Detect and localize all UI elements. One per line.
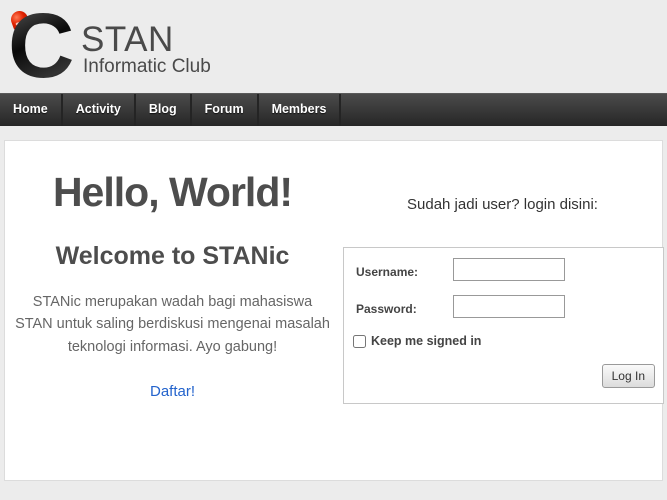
content-panel: Hello, World! Welcome to STANic STANic m… — [4, 140, 664, 481]
hero-heading: Hello, World! — [52, 169, 293, 215]
brand-tagline: Informatic Club — [83, 56, 211, 77]
username-label: Username: — [356, 265, 419, 279]
logo-c-icon: C — [8, 0, 75, 97]
login-prompt: Sudah jadi user? login disini: — [407, 196, 598, 213]
site-header: C STAN Informatic Club — [0, 0, 667, 93]
keep-signed-in-checkbox[interactable] — [353, 335, 366, 348]
main-nav: Home Activity Blog Forum Members — [0, 93, 667, 126]
username-input[interactable] — [453, 258, 565, 281]
nav-item-forum[interactable]: Forum — [192, 94, 259, 126]
login-form: Username: Password: Keep me signed in Lo… — [343, 247, 664, 404]
nav-item-members[interactable]: Members — [259, 94, 342, 126]
password-label: Password: — [356, 302, 417, 316]
brand-name: STAN — [81, 20, 174, 59]
nav-item-blog[interactable]: Blog — [136, 94, 192, 126]
keep-signed-in-label: Keep me signed in — [371, 334, 482, 348]
stanic-homepage: C STAN Informatic Club Home Activity Blo… — [0, 0, 667, 500]
hero-description: STANic merupakan wadah bagi mahasiswa ST… — [15, 294, 330, 355]
hero-subheading: Welcome to STANic — [55, 242, 290, 270]
nav-item-home[interactable]: Home — [0, 94, 63, 126]
login-button[interactable]: Log In — [601, 364, 655, 388]
nav-item-activity[interactable]: Activity — [63, 94, 136, 126]
password-input[interactable] — [453, 295, 565, 318]
register-link[interactable]: Daftar! — [5, 383, 340, 400]
welcome-section: Hello, World! Welcome to STANic STANic m… — [5, 141, 340, 480]
site-logo[interactable]: C STAN Informatic Club — [0, 0, 320, 93]
